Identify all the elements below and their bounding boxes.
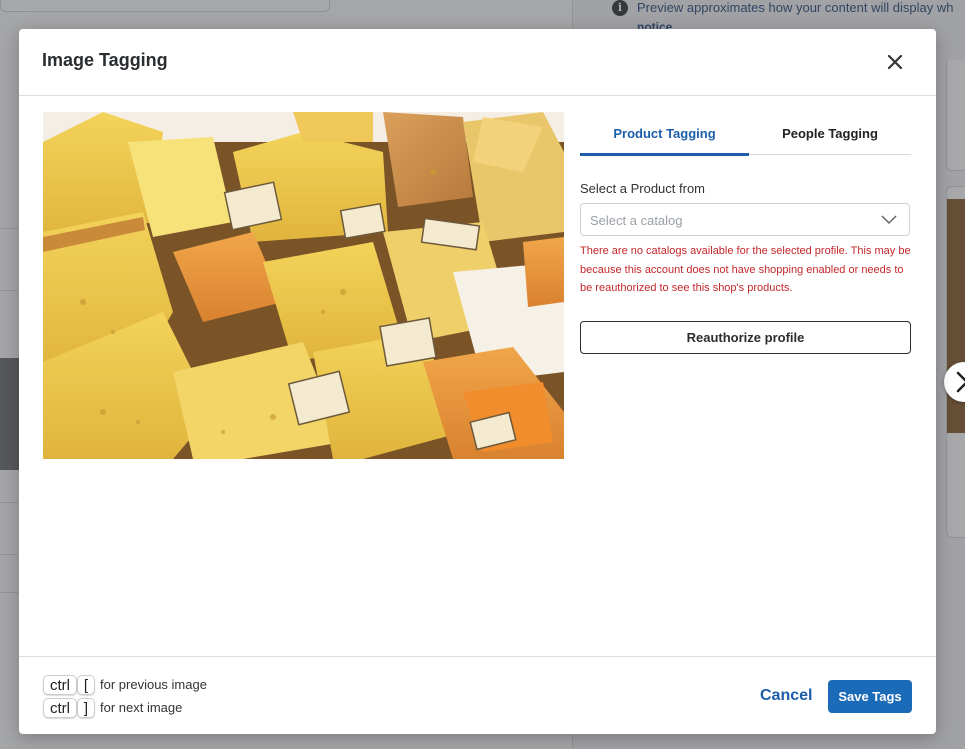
keyboard-key-ctrl: ctrl — [43, 698, 77, 718]
chevron-right-icon — [956, 371, 965, 393]
keyboard-key-right-bracket: ] — [77, 698, 95, 718]
chevron-down-icon — [881, 215, 897, 225]
keyboard-key-ctrl: ctrl — [43, 675, 77, 695]
keyboard-key-left-bracket: [ — [77, 675, 95, 695]
next-image-hint: for next image — [100, 700, 183, 715]
tagged-image[interactable] — [43, 112, 564, 459]
close-button[interactable] — [885, 52, 905, 72]
dialog-header: Image Tagging — [19, 29, 936, 96]
cancel-button[interactable]: Cancel — [760, 687, 812, 705]
catalog-select[interactable]: Select a catalog — [580, 203, 910, 236]
catalog-error-message: There are no catalogs available for the … — [580, 245, 911, 294]
previous-image-hint: for previous image — [100, 677, 207, 692]
dialog-title: Image Tagging — [42, 50, 168, 70]
reauthorize-profile-button[interactable]: Reauthorize profile — [580, 321, 911, 354]
catalog-select-placeholder: Select a catalog — [590, 213, 683, 228]
tab-product-tagging[interactable]: Product Tagging — [580, 126, 749, 156]
select-product-label: Select a Product from — [580, 181, 705, 196]
tagging-tabs: Product Tagging People Tagging — [580, 121, 911, 156]
image-tagging-dialog: Image Tagging Product Tagging People Tag… — [19, 29, 936, 734]
save-tags-button[interactable]: Save Tags — [828, 680, 912, 713]
close-icon — [887, 54, 903, 70]
dialog-footer: ctrl [ for previous image ctrl ] for nex… — [19, 656, 936, 735]
tab-people-tagging[interactable]: People Tagging — [749, 126, 911, 154]
cheese-photo — [43, 112, 564, 459]
